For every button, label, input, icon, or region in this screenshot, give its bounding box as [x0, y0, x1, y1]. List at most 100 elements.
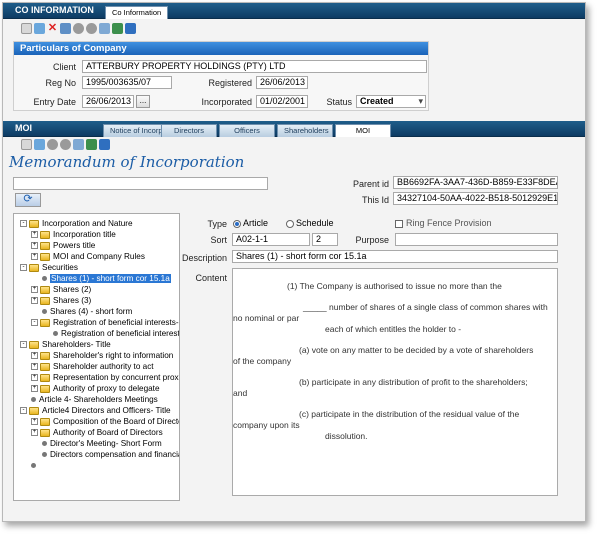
refresh-icon[interactable]: [86, 138, 97, 150]
leaf-icon: [31, 463, 36, 469]
this-id-field[interactable]: 34327104-50AA-4022-B518-5012929E11: [393, 192, 558, 205]
collapse-icon[interactable]: -: [31, 319, 38, 327]
undo-icon[interactable]: [60, 138, 71, 150]
tree-node[interactable]: [14, 460, 179, 471]
sort-icon[interactable]: [99, 138, 110, 150]
tree-node[interactable]: - Registration of beneficial interests-: [14, 317, 179, 328]
tree-node-label: Representation by concurrent proxi: [53, 373, 180, 382]
tree-node[interactable]: + Incorporation title: [14, 229, 179, 240]
description-field[interactable]: Shares (1) - short form cor 15.1a: [232, 250, 558, 263]
expand-icon[interactable]: +: [31, 253, 38, 261]
collapse-icon[interactable]: -: [20, 220, 27, 228]
sort-number-field[interactable]: 2: [312, 233, 338, 246]
print-icon[interactable]: [73, 138, 84, 150]
tree-node[interactable]: Director's Meeting- Short Form: [14, 438, 179, 449]
folder-icon: [40, 285, 50, 294]
new-icon[interactable]: [21, 22, 32, 34]
expand-icon[interactable]: +: [31, 418, 38, 426]
radio-icon: [286, 219, 294, 228]
expand-icon[interactable]: +: [31, 231, 38, 239]
leaf-icon: [42, 452, 47, 458]
expand-icon[interactable]: +: [31, 352, 38, 360]
tree-node[interactable]: - Shareholders- Title: [14, 339, 179, 350]
tab-moi[interactable]: MOI: [335, 124, 391, 137]
expand-icon[interactable]: +: [31, 297, 38, 305]
moi-toolbar: [21, 137, 110, 151]
tree-node[interactable]: + Shareholder's right to information: [14, 350, 179, 361]
expand-icon[interactable]: +: [31, 286, 38, 294]
client-field[interactable]: ATTERBURY PROPERTY HOLDINGS (PTY) LTD: [82, 60, 427, 73]
tree-node[interactable]: Article 4- Shareholders Meetings: [14, 394, 179, 405]
incorporated-field[interactable]: 01/02/2001: [256, 95, 308, 108]
search-input[interactable]: [13, 177, 268, 190]
moi-title: MOI: [15, 123, 32, 133]
tab-directors[interactable]: Directors: [161, 124, 217, 137]
tree-node-label: Shares (3): [53, 296, 92, 305]
entry-date-field[interactable]: 26/06/2013: [82, 95, 134, 108]
type-article-radio[interactable]: Article: [233, 218, 268, 228]
tree-node[interactable]: + Shares (3): [14, 295, 179, 306]
expand-icon[interactable]: +: [31, 242, 38, 250]
tree-node-label: Authority of proxy to delegate: [53, 384, 160, 393]
edit-icon[interactable]: [34, 138, 45, 150]
new-icon[interactable]: [21, 138, 32, 150]
expand-icon[interactable]: +: [31, 429, 38, 437]
tree-node[interactable]: + Powers title: [14, 240, 179, 251]
regno-field[interactable]: 1995/003635/07: [82, 76, 172, 89]
tree-node-label: Incorporation and Nature: [42, 219, 133, 228]
cancel-icon[interactable]: [47, 138, 58, 150]
moi-tree[interactable]: - Incorporation and Nature + Incorporation …: [13, 213, 180, 501]
type-schedule-radio[interactable]: Schedule: [286, 218, 334, 228]
sort-icon[interactable]: [125, 22, 136, 34]
print-icon[interactable]: [99, 22, 110, 34]
expand-icon[interactable]: +: [31, 385, 38, 393]
collapse-icon[interactable]: -: [20, 341, 27, 349]
content-editor[interactable]: (1) The Company is authorised to issue n…: [232, 268, 558, 496]
tree-node[interactable]: + MOI and Company Rules: [14, 251, 179, 262]
cancel-icon[interactable]: [73, 22, 84, 34]
parent-id-field[interactable]: BB6692FA-3AA7-436D-B859-E33F8DEAA7: [393, 176, 558, 189]
tree-node[interactable]: Directors compensation and financia: [14, 449, 179, 460]
tree-node[interactable]: - Securities: [14, 262, 179, 273]
tab-notice-of-incorp[interactable]: Notice of Incorp: [103, 124, 170, 137]
tree-node[interactable]: - Incorporation and Nature: [14, 218, 179, 229]
tab-co-information[interactable]: Co Information: [105, 6, 169, 19]
expand-icon[interactable]: +: [31, 363, 38, 371]
edit-icon[interactable]: [34, 22, 45, 34]
tree-node[interactable]: Registration of beneficial interest: [14, 328, 179, 339]
purpose-field[interactable]: [395, 233, 558, 246]
status-select[interactable]: Created: [356, 95, 426, 108]
ring-fence-checkbox[interactable]: Ring Fence Provision: [395, 218, 492, 228]
registered-label: Registered: [208, 78, 252, 88]
folder-icon: [29, 219, 39, 228]
tree-node[interactable]: Shares (1) - short form cor 15.1a: [14, 273, 179, 284]
refresh-icon[interactable]: [112, 22, 123, 34]
registered-field[interactable]: 26/06/2013: [256, 76, 308, 89]
tree-node[interactable]: + Authority of proxy to delegate: [14, 383, 179, 394]
tab-shareholders[interactable]: Shareholders: [277, 124, 333, 137]
folder-icon: [40, 428, 50, 437]
date-picker-button[interactable]: ...: [136, 95, 150, 108]
sort-field[interactable]: A02-1-1: [232, 233, 310, 246]
tree-node-label: Shareholder authority to act: [53, 362, 154, 371]
content-line: no nominal or par: [233, 313, 300, 323]
tree-node[interactable]: + Composition of the Board of Directo: [14, 416, 179, 427]
tree-node[interactable]: + Shares (2): [14, 284, 179, 295]
tree-node[interactable]: - Article4 Directors and Officers- Title: [14, 405, 179, 416]
tree-node-label: Registration of beneficial interest: [61, 329, 180, 338]
undo-icon[interactable]: [86, 22, 97, 34]
tree-node[interactable]: + Shareholder authority to act: [14, 361, 179, 372]
collapse-icon[interactable]: -: [20, 264, 27, 272]
tree-node-label: Shares (1) - short form cor 15.1a: [50, 274, 171, 283]
delete-icon[interactable]: ✕: [47, 22, 58, 34]
tree-node[interactable]: Shares (4) - short form: [14, 306, 179, 317]
expand-icon[interactable]: +: [31, 374, 38, 382]
tree-node-label: Composition of the Board of Directo: [53, 417, 180, 426]
leaf-icon: [53, 331, 58, 337]
tab-officers[interactable]: Officers: [219, 124, 275, 137]
copy-icon[interactable]: [60, 22, 71, 34]
tree-node[interactable]: + Authority of Board of Directors: [14, 427, 179, 438]
tree-node[interactable]: + Representation by concurrent proxi: [14, 372, 179, 383]
refresh-tree-button[interactable]: ⟳: [15, 193, 41, 207]
collapse-icon[interactable]: -: [20, 407, 27, 415]
